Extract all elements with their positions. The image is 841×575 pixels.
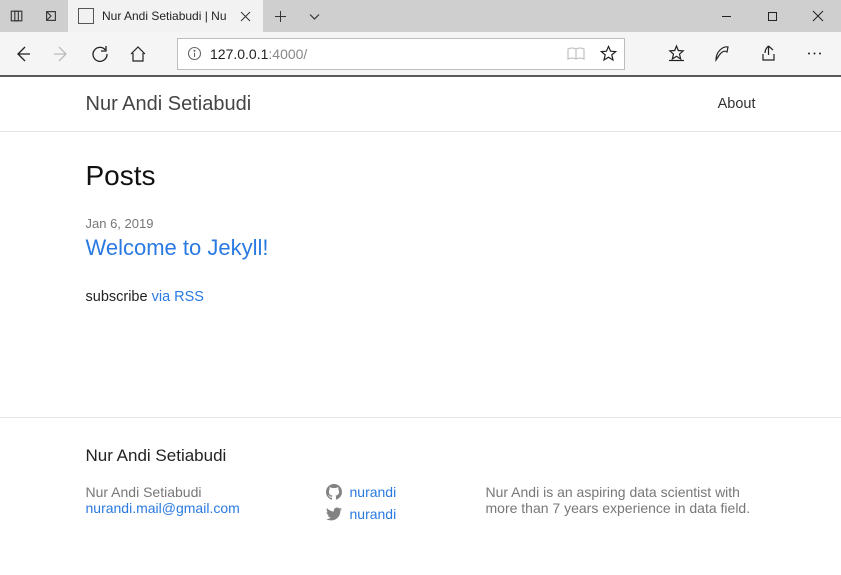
notes-button[interactable] (699, 31, 745, 76)
set-aside-icon[interactable] (34, 0, 68, 32)
window-controls (703, 0, 841, 32)
back-button[interactable] (4, 31, 42, 76)
github-icon (326, 484, 350, 500)
subscribe-prefix: subscribe (86, 289, 152, 305)
tab-title: Nur Andi Setiabudi | Nu (102, 9, 229, 23)
close-window-button[interactable] (795, 0, 841, 32)
titlebar-left-buttons (0, 0, 68, 32)
tab-close-button[interactable] (235, 11, 255, 22)
home-button[interactable] (119, 31, 157, 76)
page-viewport[interactable]: Nur Andi Setiabudi About Posts Jan 6, 20… (0, 77, 841, 575)
browser-toolbar: 127.0.0.1:4000/ (0, 32, 841, 77)
titlebar-spacer (331, 0, 703, 32)
site-header: Nur Andi Setiabudi About (0, 77, 841, 132)
site-footer: Nur Andi Setiabudi Nur Andi Setiabudi nu… (0, 417, 841, 558)
address-bar[interactable]: 127.0.0.1:4000/ (177, 38, 625, 70)
reading-view-icon[interactable] (560, 47, 592, 61)
post-title-link[interactable]: Welcome to Jekyll! (86, 235, 756, 261)
url-path: :4000/ (268, 46, 307, 62)
main-content: Posts Jan 6, 2019 Welcome to Jekyll! sub… (86, 132, 756, 305)
refresh-button[interactable] (81, 31, 119, 76)
browser-tab[interactable]: Nur Andi Setiabudi | Nu (68, 0, 263, 32)
site-title[interactable]: Nur Andi Setiabudi (86, 93, 252, 116)
footer-social-col: nurandi nurandi (326, 484, 486, 528)
twitter-link[interactable]: nurandi (350, 506, 397, 522)
footer-title: Nur Andi Setiabudi (86, 446, 756, 466)
share-button[interactable] (745, 31, 791, 76)
tab-favicon-icon (78, 8, 94, 24)
footer-contact-col: Nur Andi Setiabudi nurandi.mail@gmail.co… (86, 484, 326, 528)
nav-about-link[interactable]: About (718, 96, 756, 112)
subscribe-line: subscribe via RSS (86, 289, 756, 305)
post-date: Jan 6, 2019 (86, 216, 756, 231)
toolbar-right-tools (653, 31, 837, 76)
footer-bio: Nur Andi is an aspiring data scientist w… (486, 484, 756, 528)
forward-button[interactable] (42, 31, 80, 76)
url-text: 127.0.0.1:4000/ (210, 46, 560, 62)
site-info-icon[interactable] (178, 46, 210, 61)
window-titlebar: Nur Andi Setiabudi | Nu (0, 0, 841, 32)
rss-link[interactable]: via RSS (152, 289, 204, 305)
twitter-icon (326, 506, 350, 522)
footer-name: Nur Andi Setiabudi (86, 484, 326, 500)
maximize-button[interactable] (749, 0, 795, 32)
footer-email-link[interactable]: nurandi.mail@gmail.com (86, 500, 326, 516)
favorites-button[interactable] (653, 31, 699, 76)
more-button[interactable] (791, 31, 837, 76)
new-tab-button[interactable] (263, 0, 297, 32)
posts-heading: Posts (86, 160, 756, 192)
github-link[interactable]: nurandi (350, 484, 397, 500)
favorite-icon[interactable] (592, 45, 624, 62)
url-host: 127.0.0.1 (210, 46, 268, 62)
minimize-button[interactable] (703, 0, 749, 32)
tabs-aside-icon[interactable] (0, 0, 34, 32)
tab-actions-button[interactable] (297, 0, 331, 32)
